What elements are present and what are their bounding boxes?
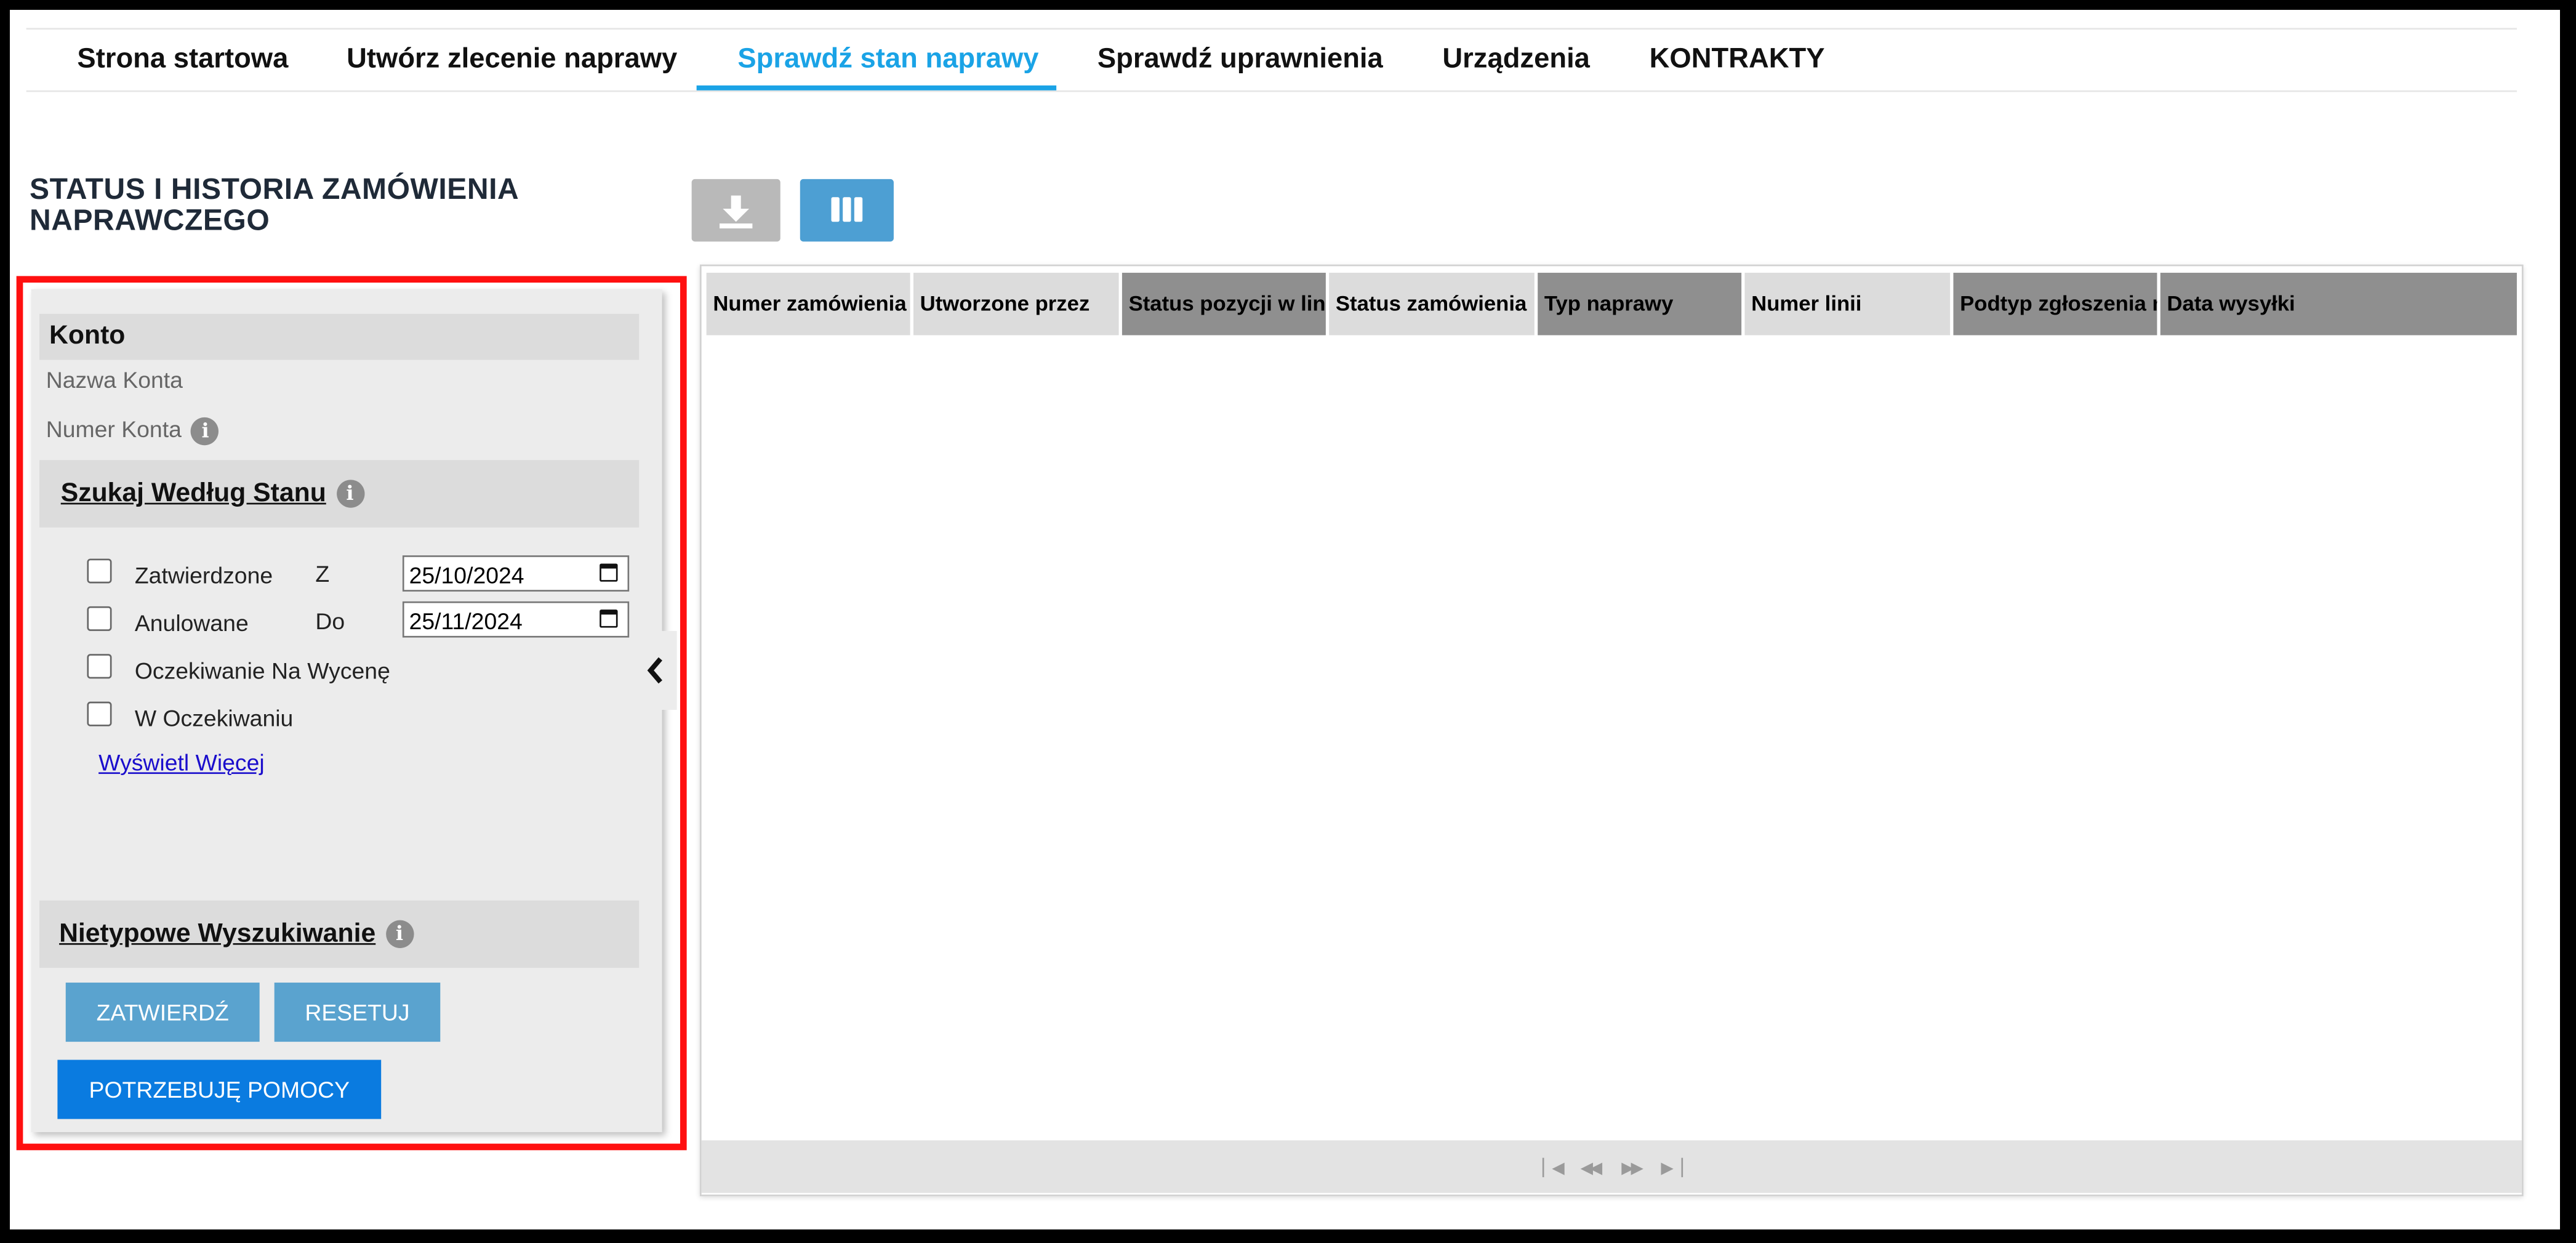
first-page-icon[interactable]: ▏◀ xyxy=(1543,1160,1565,1178)
column-header[interactable]: Numer linii xyxy=(1744,273,1951,336)
tab-devices[interactable]: Urządzenia xyxy=(1442,30,1590,89)
columns-icon xyxy=(831,197,863,222)
download-button[interactable] xyxy=(691,179,780,242)
tab-contracts[interactable]: KONTRAKTY xyxy=(1650,30,1825,89)
tab-check-entitlements[interactable]: Sprawdź uprawnienia xyxy=(1097,30,1383,89)
application-window: Strona startowa Utwórz zlecenie naprawy … xyxy=(10,10,2560,1229)
column-header[interactable]: Data wysyłki xyxy=(2160,273,2517,336)
active-tab-indicator xyxy=(696,85,1057,91)
tab-check-repair-status[interactable]: Sprawdź stan naprawy xyxy=(737,30,1038,89)
column-header[interactable]: Typ naprawy xyxy=(1538,273,1742,336)
top-navigation: Strona startowa Utwórz zlecenie naprawy … xyxy=(26,28,2517,92)
column-header[interactable]: Status pozycji w linii xyxy=(1121,273,1326,336)
column-header[interactable]: Utworzone przez xyxy=(913,273,1119,336)
column-header[interactable]: Podtyp zgłoszenia naprawy xyxy=(1953,273,2157,336)
download-icon xyxy=(720,195,753,228)
previous-page-icon[interactable]: ◀◀ xyxy=(1581,1160,1603,1178)
next-page-icon[interactable]: ▶▶ xyxy=(1621,1160,1643,1178)
tab-home[interactable]: Strona startowa xyxy=(77,30,288,89)
results-grid: Numer zamówienia Utworzone przez Status … xyxy=(699,264,2524,1197)
column-header[interactable]: Status zamówienia xyxy=(1329,273,1535,336)
last-page-icon[interactable]: ▶▕ xyxy=(1661,1160,1683,1178)
tab-create-repair-order[interactable]: Utwórz zlecenie naprawy xyxy=(347,30,677,89)
highlight-frame xyxy=(16,276,687,1151)
column-header[interactable]: Numer zamówienia xyxy=(706,273,910,336)
page-title: STATUS I HISTORIA ZAMÓWIENIA NAPRAWCZEGO xyxy=(30,172,518,237)
pagination-bar: ▏◀ ◀◀ ▶▶ ▶▕ xyxy=(701,1140,2522,1193)
columns-button[interactable] xyxy=(800,179,894,242)
